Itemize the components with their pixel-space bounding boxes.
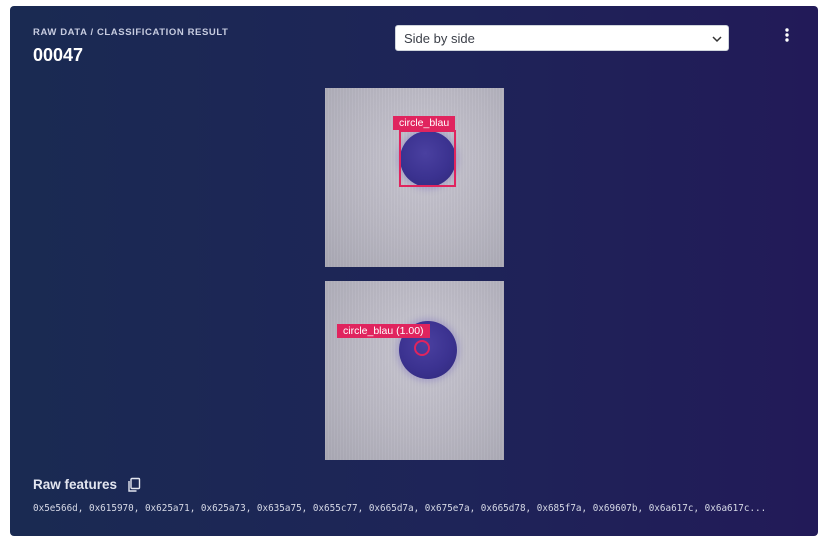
page-title: 00047 bbox=[33, 45, 84, 65]
raw-features-heading: Raw features bbox=[33, 477, 118, 492]
chevron-down-icon bbox=[712, 36, 722, 43]
centroid-marker bbox=[414, 340, 430, 356]
result-panel: RAW DATA / CLASSIFICATION RESULT 00047 S… bbox=[10, 6, 818, 536]
bounding-box bbox=[399, 130, 456, 187]
bounding-box-label: circle_blau bbox=[393, 116, 456, 130]
classification-label: circle_blau (1.00) bbox=[337, 324, 430, 338]
raw-image: circle_blau bbox=[325, 88, 504, 267]
breadcrumb: RAW DATA / CLASSIFICATION RESULT bbox=[33, 27, 229, 38]
raw-features-values: 0x5e566d, 0x615970, 0x625a71, 0x625a73, … bbox=[33, 503, 767, 514]
view-mode-value: Side by side bbox=[404, 31, 475, 46]
more-vertical-icon[interactable] bbox=[780, 26, 794, 44]
copy-icon[interactable] bbox=[127, 477, 141, 493]
view-mode-select[interactable]: Side by side bbox=[395, 25, 729, 51]
classified-image: circle_blau (1.00) bbox=[325, 281, 504, 460]
